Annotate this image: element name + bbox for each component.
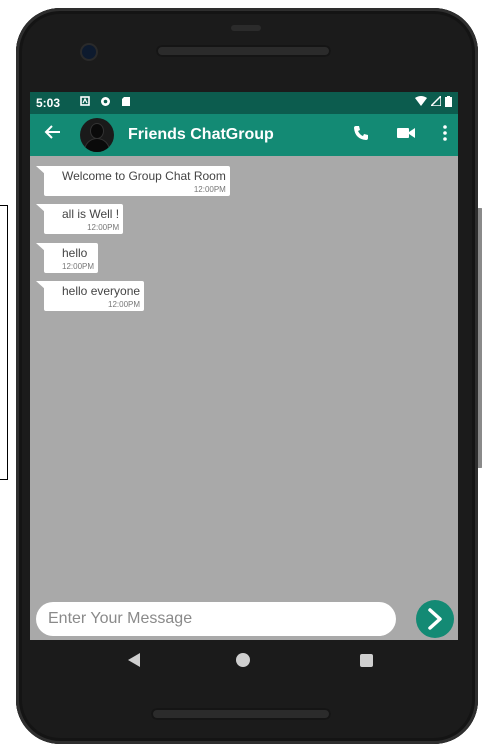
status-icons-left <box>80 96 131 110</box>
message-bubble: all is Well ! 12:00PM <box>35 204 124 234</box>
front-camera-icon <box>82 45 96 59</box>
top-speaker <box>156 45 331 57</box>
avatar-shoulders <box>85 139 109 152</box>
home-circle-icon[interactable] <box>236 653 250 667</box>
message-time: 12:00PM <box>87 223 120 232</box>
top-notch <box>231 25 261 31</box>
message-time: 12:00PM <box>193 185 226 194</box>
phone-side-button <box>478 208 482 468</box>
group-avatar[interactable] <box>80 118 114 152</box>
status-bar: 5:03 <box>30 92 458 114</box>
message-bubble: Welcome to Group Chat Room 12:00PM <box>36 166 230 196</box>
phone-screen: 5:03 Friends ChatGroup Welcome to Group … <box>30 92 458 640</box>
battery-icon <box>445 96 452 110</box>
sd-card-icon <box>121 96 131 110</box>
status-time: 5:03 <box>36 96 61 110</box>
message-text: all is Well ! <box>62 207 120 221</box>
phone-icon[interactable] <box>352 124 370 142</box>
message-time: 12:00PM <box>108 300 141 309</box>
app-actions <box>352 124 448 142</box>
group-title[interactable]: Friends ChatGroup <box>128 126 274 144</box>
status-icons-right <box>415 94 452 110</box>
chevron-right-icon <box>428 608 442 630</box>
signal-icon <box>429 94 442 110</box>
wifi-icon <box>415 96 427 110</box>
message-bubble: hello everyone 12:00PM <box>35 281 145 311</box>
video-icon[interactable] <box>396 124 416 142</box>
location-icon <box>100 96 111 110</box>
message-text: Welcome to Group Chat Room <box>62 169 226 183</box>
phone-frame: 5:03 Friends ChatGroup Welcome to Group … <box>16 8 482 744</box>
back-triangle-icon[interactable] <box>128 653 140 667</box>
message-time: 12:00PM <box>62 262 95 271</box>
system-nav-bar <box>30 640 458 680</box>
side-frame-line <box>0 205 8 480</box>
message-text: hello <box>62 246 88 260</box>
message-text: hello everyone <box>62 284 141 298</box>
bottom-speaker <box>151 708 331 720</box>
message-bubble: hello 12:00PM <box>35 243 99 273</box>
back-arrow-icon[interactable] <box>44 123 62 147</box>
avatar-head <box>91 124 103 138</box>
recents-square-icon[interactable] <box>360 654 373 667</box>
notification-icon <box>80 96 90 110</box>
composer-bar <box>30 600 458 640</box>
more-vert-icon[interactable] <box>442 124 448 142</box>
message-input[interactable] <box>36 602 396 636</box>
app-bar: Friends ChatGroup <box>30 114 458 156</box>
send-button[interactable] <box>416 600 454 638</box>
